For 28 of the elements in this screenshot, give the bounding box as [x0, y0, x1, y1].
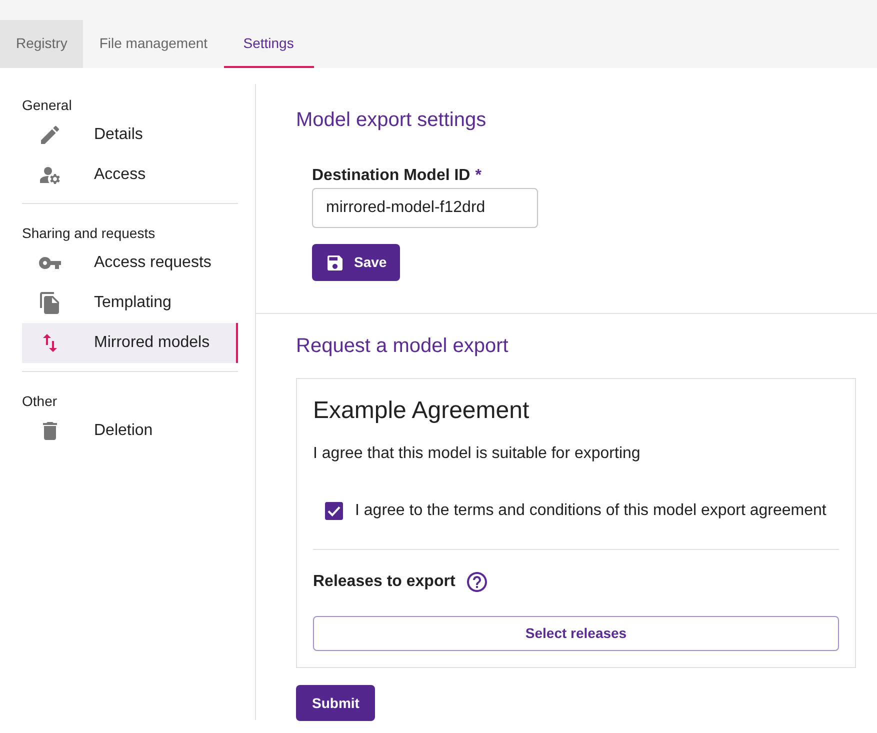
tab[interactable]: Registry	[0, 20, 84, 68]
check-icon	[327, 504, 341, 518]
section-heading: General	[22, 96, 73, 115]
sidebar-item[interactable]: Details	[22, 115, 238, 155]
required-asterisk: *	[475, 166, 482, 186]
sidebar-item[interactable]: Access requests	[22, 243, 238, 283]
text-field[interactable]: mirrored-model-f12drd	[312, 188, 538, 228]
field-label: Destination Model ID	[312, 166, 470, 186]
agreement-text: I agree that this model is suitable for exporting	[313, 444, 640, 464]
pencil-icon	[38, 123, 62, 147]
select-releases-button[interactable]: Select releases	[313, 616, 839, 651]
section-heading: Other	[22, 392, 58, 411]
section-title: Request a model export	[296, 334, 508, 359]
sidebar-item[interactable]: Deletion	[22, 411, 238, 451]
submit-button[interactable]: Submit	[296, 685, 376, 721]
checkbox[interactable]	[325, 502, 343, 520]
agreement-title: Example Agreement	[313, 396, 530, 426]
sidebar-item[interactable]: Templating	[22, 283, 238, 323]
checkbox-label: I agree to the terms and conditions of this model export agreement	[355, 501, 826, 521]
documents-icon	[38, 291, 62, 315]
save-button[interactable]: Save	[312, 244, 400, 281]
releases-label: Releases to export	[313, 572, 456, 592]
section-heading: Sharing and requests	[22, 224, 156, 243]
save-icon	[325, 252, 345, 272]
sidebar-item[interactable]: Mirrored models	[22, 323, 238, 363]
section-title: Model export settings	[296, 108, 486, 133]
sidebar-item[interactable]: Access	[22, 155, 238, 195]
help-icon[interactable]	[465, 570, 490, 594]
